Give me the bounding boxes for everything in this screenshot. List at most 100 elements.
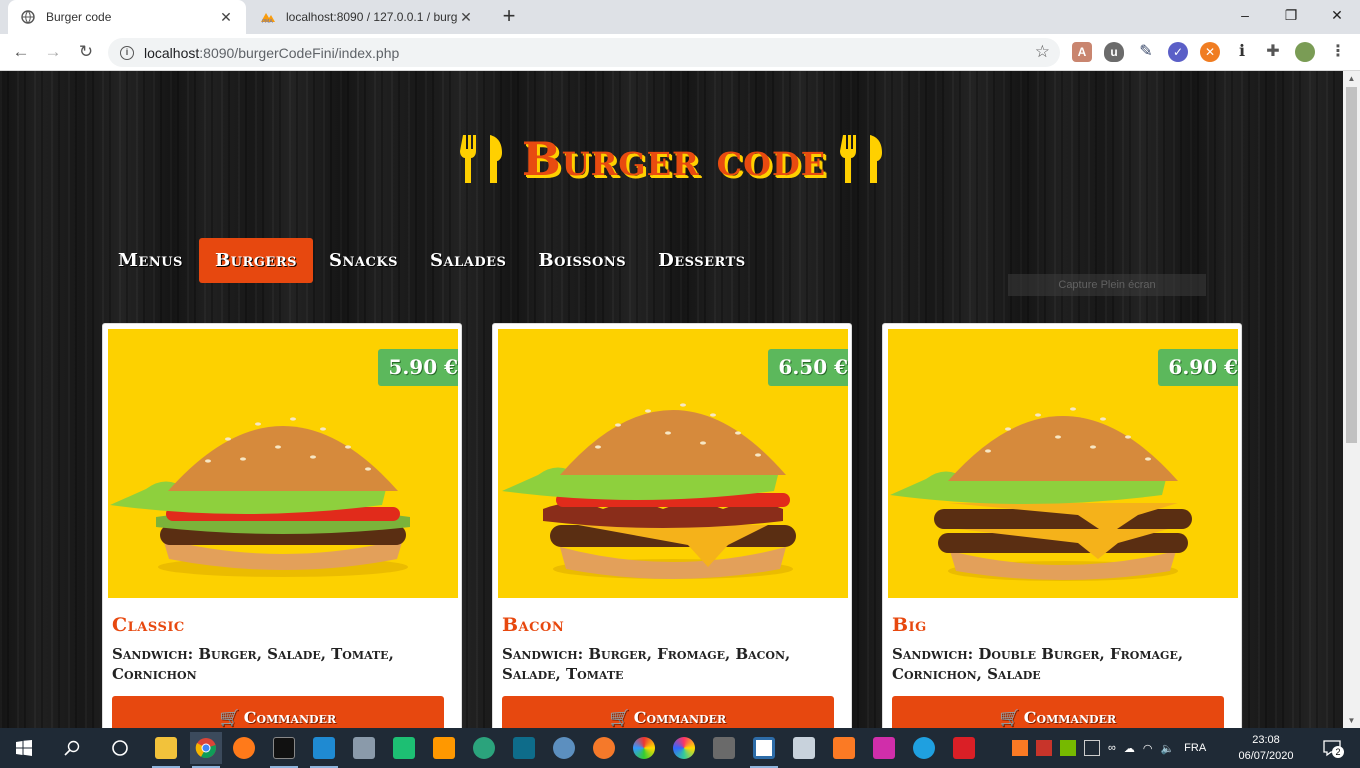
tab-burger-code[interactable]: Burger code ✕ [8,0,246,34]
app-icon[interactable] [628,732,660,764]
order-label: Commander [1023,708,1117,727]
creative-cloud-icon[interactable] [948,732,980,764]
browser-toolbar: ← → ↻ i localhost:8090/burgerCodeFini/in… [0,34,1360,71]
app-icon[interactable] [748,732,780,768]
chrome-icon[interactable] [190,732,222,768]
scroll-up-icon[interactable]: ▲ [1343,71,1360,86]
new-tab-button[interactable]: + [496,5,522,29]
link-icon[interactable]: ∞ [1108,742,1116,754]
nav-boissons[interactable]: Boissons [522,238,642,283]
nav-snacks[interactable]: Snacks [313,238,414,283]
volume-icon[interactable]: 🔈 [1160,742,1174,755]
pycharm-icon[interactable] [388,732,420,764]
edge-icon[interactable] [908,732,940,764]
menu-dots-icon[interactable]: ⋮ [1328,42,1348,62]
close-icon[interactable]: ✕ [458,9,474,25]
sublime-icon[interactable] [428,732,460,764]
keyboard-tray-icon[interactable] [1084,740,1100,756]
back-icon[interactable]: ← [9,40,33,64]
wifi-icon[interactable]: ◠ [1143,742,1153,755]
notification-icon[interactable]: 2 [1316,732,1348,764]
file-explorer-icon[interactable] [150,732,182,768]
app-icon[interactable] [868,732,900,764]
tab-phpmyadmin[interactable]: PMA localhost:8090 / 127.0.0.1 / burge ✕ [248,0,486,34]
blender-icon[interactable] [588,732,620,764]
order-button[interactable]: 🛒 Commander [892,696,1224,728]
orange-icon[interactable]: ✕ [1200,42,1220,62]
app-icon[interactable] [708,732,740,764]
product-description: Sandwich: Burger, Salade, Tomate, Cornic… [112,645,394,683]
xampp-tray-icon[interactable] [1012,740,1028,756]
scrollbar-thumb[interactable] [1346,87,1357,443]
notification-count: 2 [1332,746,1344,758]
burger-image: 5.90 € [108,329,458,598]
product-card-classic: 5.90 € Classic Sandwich: Burger, Salade,… [102,323,462,728]
phpmyadmin-icon: PMA [260,9,276,25]
cutlery-icon [459,135,502,183]
info-icon[interactable]: ℹ [1232,42,1252,62]
burger-image: 6.50 € [498,329,848,598]
brand-name: Burger code [521,132,827,186]
terminal-icon[interactable] [268,732,300,768]
minimize-button[interactable]: – [1222,0,1268,30]
url-path: :8090/burgerCodeFini/index.php [199,44,400,61]
clock[interactable]: 23:08 06/07/2020 [1238,732,1294,764]
eyedropper-icon[interactable]: ✎ [1136,42,1156,62]
nvidia-tray-icon[interactable] [1060,740,1076,756]
check-icon[interactable]: ✓ [1168,42,1188,62]
price-badge: 6.90 € [1158,343,1238,386]
capture-overlay[interactable]: Capture Plein écran [1008,274,1206,296]
app-icon[interactable] [548,732,580,764]
app-icon[interactable] [508,732,540,764]
nav-salades[interactable]: Salades [414,238,522,283]
product-caption: Big Sandwich: Double Burger, Fromage, Co… [892,614,1232,684]
vertical-scrollbar[interactable]: ▲ ▼ [1343,71,1360,728]
language-indicator[interactable]: FRA [1184,742,1206,754]
firefox-icon[interactable] [228,732,260,764]
windows-start-icon[interactable] [8,732,40,764]
category-nav: Menus Burgers Snacks Salades Boissons De… [102,238,762,283]
order-button[interactable]: 🛒 Commander [112,696,444,728]
cart-icon: 🛒 [219,708,240,727]
ublock-icon[interactable]: u [1104,42,1124,62]
cart-icon: 🛒 [609,708,630,727]
product-description: Sandwich: Double Burger, Fromage, Cornic… [892,645,1184,683]
burger-image: 6.90 € [888,329,1238,598]
reload-icon[interactable]: ↻ [74,40,98,64]
avatar[interactable] [1295,42,1315,62]
clock-date: 06/07/2020 [1238,750,1294,762]
forward-icon[interactable]: → [41,40,65,64]
product-name: Big [892,614,927,636]
bookmark-star-icon[interactable]: ☆ [1035,42,1050,62]
close-window-button[interactable]: ✕ [1314,0,1360,30]
scroll-down-icon[interactable]: ▼ [1343,713,1360,728]
acrobat-icon[interactable]: A [1072,42,1092,62]
maps-icon[interactable] [468,732,500,764]
vscode-icon[interactable] [308,732,340,768]
xampp-icon[interactable] [828,732,860,764]
nav-desserts[interactable]: Desserts [642,238,762,283]
close-icon[interactable]: ✕ [218,9,234,25]
nav-menus[interactable]: Menus [102,238,199,283]
security-tray-icon[interactable] [1036,740,1052,756]
task-view-icon[interactable] [104,732,136,764]
puzzle-icon[interactable]: ✚ [1263,42,1283,62]
taskbar: ∞ ☁ ◠ 🔈 FRA 23:08 06/07/2020 2 [0,728,1360,768]
order-label: Commander [243,708,337,727]
price-badge: 5.90 € [378,343,458,386]
globe-icon [20,9,36,25]
app-icon[interactable] [788,732,820,764]
order-label: Commander [633,708,727,727]
restore-button[interactable]: ❐ [1268,0,1314,30]
onedrive-icon[interactable]: ☁ [1124,742,1135,755]
nav-burgers[interactable]: Burgers [198,238,314,283]
address-bar[interactable]: i localhost:8090/burgerCodeFini/index.ph… [108,38,1060,67]
product-caption: Bacon Sandwich: Burger, Fromage, Bacon, … [502,614,842,684]
product-caption: Classic Sandwich: Burger, Salade, Tomate… [112,614,452,684]
order-button[interactable]: 🛒 Commander [502,696,834,728]
notepad-icon[interactable] [348,732,380,764]
app-icon[interactable] [668,732,700,764]
info-icon[interactable]: i [120,45,134,60]
url-host: localhost [144,44,200,61]
search-icon[interactable] [56,732,88,764]
